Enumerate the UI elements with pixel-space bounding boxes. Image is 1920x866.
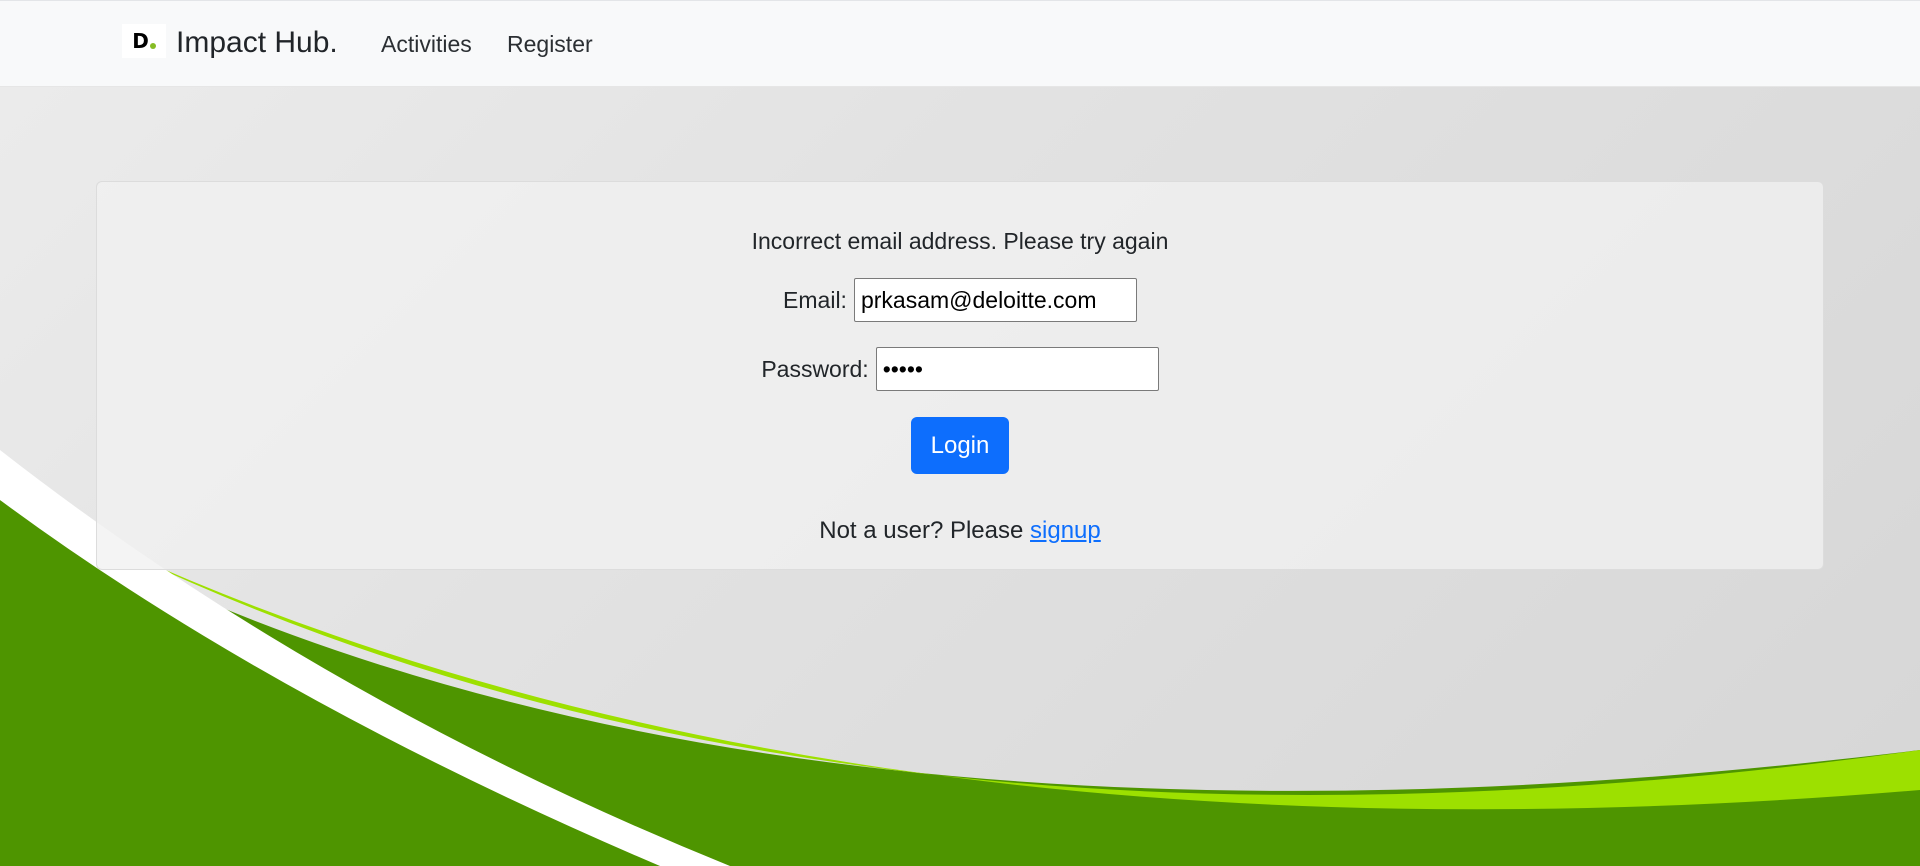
email-input[interactable]	[853, 278, 1137, 322]
logo-letter: D	[132, 29, 149, 53]
nav-link-register[interactable]: Register	[507, 29, 593, 59]
login-button[interactable]: Login	[911, 417, 1009, 474]
login-card: Incorrect email address. Please try agai…	[96, 181, 1824, 570]
logo-dot	[149, 43, 156, 49]
signup-prompt: Not a user? Please signup	[97, 516, 1823, 546]
brand-name: Impact Hub.	[176, 26, 338, 59]
brand-link[interactable]: D Impact Hub.	[122, 23, 338, 63]
deloitte-logo-icon: D	[122, 24, 166, 58]
signup-prompt-text: Not a user? Please	[819, 517, 1024, 544]
email-label: Email:	[783, 286, 847, 313]
email-row: Email:	[97, 278, 1823, 322]
top-navbar: D Impact Hub. Activities Register	[0, 0, 1920, 87]
password-row: Password:	[97, 347, 1823, 391]
signup-link[interactable]: signup	[1030, 517, 1101, 544]
password-label: Password:	[761, 355, 869, 382]
error-message: Incorrect email address. Please try agai…	[751, 228, 1169, 254]
password-input[interactable]	[875, 347, 1159, 391]
nav-link-activities[interactable]: Activities	[381, 29, 472, 59]
